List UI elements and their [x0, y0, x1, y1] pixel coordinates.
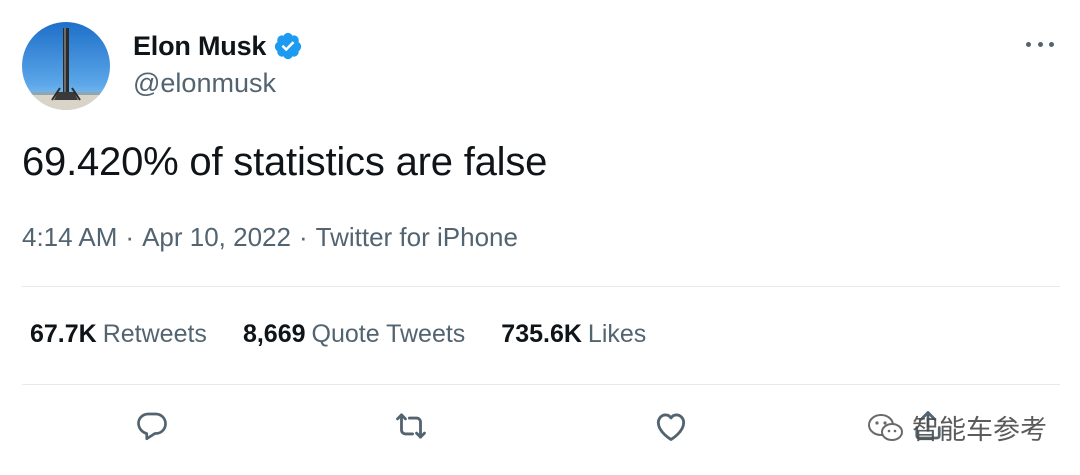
likes-stat[interactable]: 735.6K Likes — [501, 320, 646, 349]
more-options-icon[interactable] — [1026, 38, 1054, 50]
likes-count: 735.6K — [501, 320, 582, 348]
likes-label: Likes — [587, 320, 647, 348]
watermark-text: 智能车参考 — [912, 415, 1047, 446]
retweet-icon — [396, 413, 426, 439]
divider — [22, 286, 1060, 287]
reply-icon — [137, 412, 167, 441]
quote-tweets-count: 8,669 — [242, 320, 306, 348]
tweet-source[interactable]: Twitter for iPhone — [316, 222, 518, 253]
name-row: Elon Musk — [133, 30, 303, 62]
dot — [1049, 41, 1054, 47]
author-block: Elon Musk @elonmusk — [133, 30, 303, 99]
tweet-time[interactable]: 4:14 AM — [22, 222, 117, 253]
meta-separator: · — [298, 222, 308, 252]
tweet-meta: 4:14 AM · Apr 10, 2022 · Twitter for iPh… — [22, 222, 518, 253]
tweet-card: Elon Musk @elonmusk 69.420% of statistic… — [0, 0, 1080, 475]
reply-button[interactable] — [130, 404, 174, 448]
retweets-stat[interactable]: 67.7K Retweets — [30, 320, 207, 349]
quote-tweets-label: Quote Tweets — [311, 320, 466, 348]
display-name[interactable]: Elon Musk — [133, 31, 266, 62]
dot — [1026, 41, 1031, 47]
retweets-label: Retweets — [102, 320, 207, 348]
dot — [1037, 41, 1043, 47]
like-button[interactable] — [649, 404, 693, 448]
avatar-image — [22, 22, 110, 110]
quote-tweets-stat[interactable]: 8,669 Quote Tweets — [243, 320, 465, 349]
retweets-count: 67.7K — [30, 320, 97, 348]
wechat-icon — [868, 413, 903, 441]
avatar[interactable] — [22, 22, 110, 110]
engagement-stats: 67.7K Retweets 8,669 Quote Tweets 735.6K Li… — [30, 320, 682, 349]
divider — [22, 384, 1060, 385]
verified-badge-icon — [273, 31, 303, 61]
like-icon — [656, 413, 686, 441]
meta-separator: · — [125, 222, 135, 252]
tweet-text: 69.420% of statistics are false — [22, 140, 548, 184]
watermark: 智能车参考 — [866, 408, 1047, 447]
tweet-date[interactable]: Apr 10, 2022 — [142, 222, 291, 253]
retweet-button[interactable] — [389, 404, 433, 448]
handle[interactable]: @elonmusk — [133, 68, 303, 99]
